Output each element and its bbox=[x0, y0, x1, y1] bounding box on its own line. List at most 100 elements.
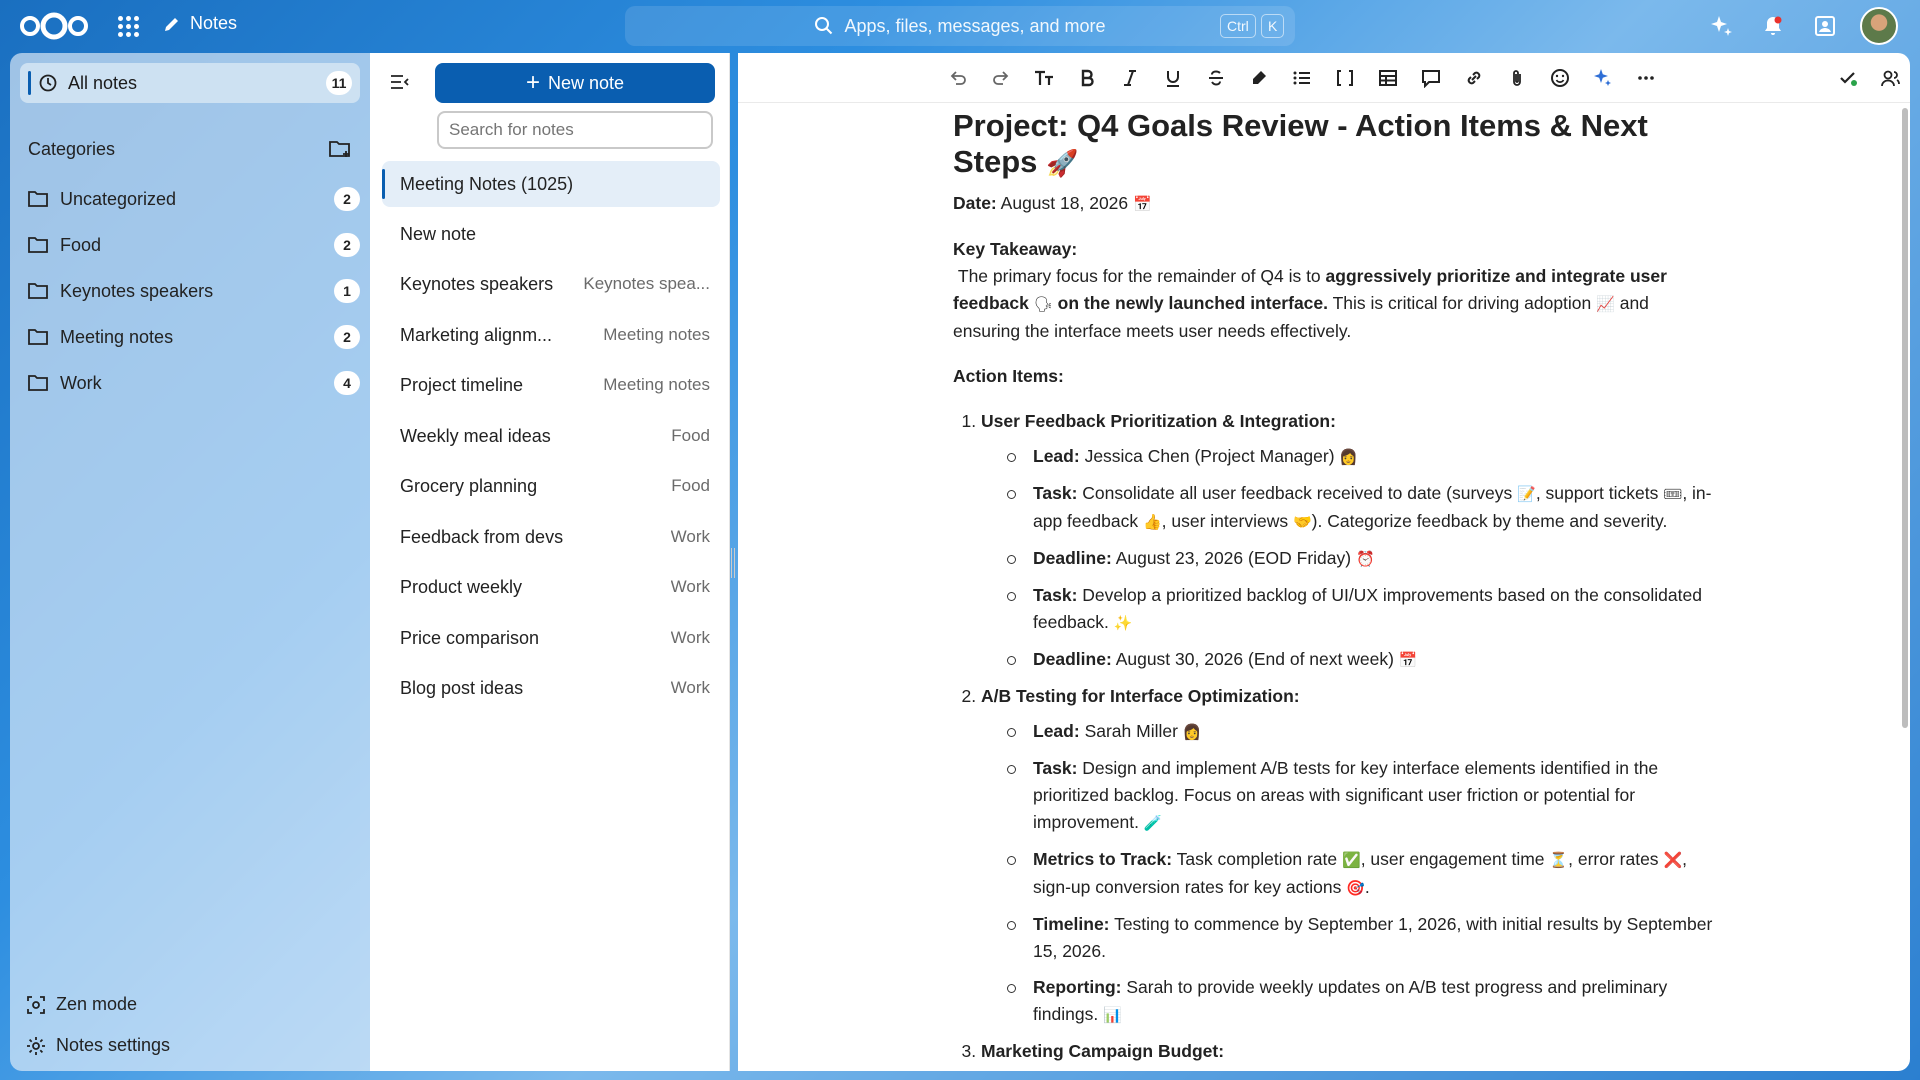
detail-text: Sarah Miller bbox=[1084, 721, 1178, 741]
note-item[interactable]: Price comparison Work bbox=[382, 615, 720, 661]
folder-icon bbox=[28, 191, 48, 207]
category-label: Food bbox=[60, 234, 102, 255]
bar-chart-emoji: 📊 bbox=[1103, 1006, 1122, 1024]
action-item: Marketing Campaign Budget: bbox=[981, 1038, 1713, 1065]
folder-icon bbox=[28, 329, 48, 345]
category-meeting-notes[interactable]: Meeting notes 2 bbox=[28, 317, 360, 357]
category-count: 1 bbox=[334, 279, 360, 303]
cross-mark-emoji: ❌ bbox=[1663, 851, 1683, 869]
undo-icon[interactable] bbox=[945, 65, 971, 91]
detail-label: Deadline: bbox=[1033, 649, 1112, 669]
target-emoji: 🎯 bbox=[1346, 879, 1365, 897]
strikethrough-icon[interactable] bbox=[1203, 65, 1229, 91]
current-app[interactable]: Notes bbox=[162, 13, 237, 34]
note-category: Work bbox=[670, 527, 710, 546]
category-food[interactable]: Food 2 bbox=[28, 225, 360, 265]
category-keynotes-speakers[interactable]: Keynotes speakers 1 bbox=[28, 271, 360, 311]
zen-mode-button[interactable]: Zen mode bbox=[26, 994, 137, 1015]
category-label: Work bbox=[60, 372, 102, 393]
resize-handle[interactable] bbox=[731, 548, 735, 578]
callout-icon[interactable] bbox=[1418, 65, 1444, 91]
note-item[interactable]: Feedback from devs Work bbox=[382, 514, 720, 560]
thumbs-up-emoji: 👍 bbox=[1142, 513, 1162, 531]
detail-text: August 30, 2026 (End of next week) bbox=[1115, 649, 1394, 669]
action-item-details: Lead: Jessica Chen (Project Manager) 👩 T… bbox=[981, 443, 1713, 674]
note-title: Price comparison bbox=[400, 627, 540, 648]
saved-status-icon[interactable] bbox=[1835, 65, 1861, 91]
detail-text: Testing to commence by September 1, 2026… bbox=[1033, 914, 1713, 961]
detail-label: Lead: bbox=[1033, 721, 1080, 741]
note-category: Work bbox=[670, 678, 710, 697]
note-category: Work bbox=[670, 577, 710, 596]
bold-icon[interactable] bbox=[1074, 65, 1100, 91]
handshake-emoji: 🤝 bbox=[1292, 513, 1312, 531]
note-item[interactable]: Project timeline Meeting notes bbox=[382, 362, 720, 408]
unified-search[interactable]: Apps, files, messages, and more Ctrl K bbox=[625, 6, 1295, 46]
contacts-icon[interactable] bbox=[1812, 13, 1838, 39]
notes-settings-button[interactable]: Notes settings bbox=[26, 1035, 170, 1056]
new-note-button[interactable]: + New note bbox=[435, 63, 715, 103]
redo-icon[interactable] bbox=[988, 65, 1014, 91]
search-placeholder: Apps, files, messages, and more bbox=[844, 15, 1106, 36]
note-title: Project timeline bbox=[400, 374, 524, 395]
detail-label: Metrics to Track: bbox=[1033, 849, 1173, 869]
link-icon[interactable] bbox=[1461, 65, 1487, 91]
code-block-icon[interactable] bbox=[1332, 65, 1358, 91]
note-content[interactable]: Project: Q4 Goals Review - Action Items … bbox=[953, 108, 1713, 1071]
detail-text: Develop a prioritized backlog of UI/UX i… bbox=[1033, 585, 1702, 632]
hourglass-emoji: ⏳ bbox=[1549, 851, 1569, 869]
app-menu-icon[interactable] bbox=[116, 14, 140, 38]
category-label: Meeting notes bbox=[60, 326, 174, 347]
nav-all-notes[interactable]: All notes 11 bbox=[20, 63, 360, 103]
text-size-icon[interactable] bbox=[1031, 65, 1057, 91]
note-item[interactable]: Grocery planning Food bbox=[382, 463, 720, 509]
note-title: Weekly meal ideas bbox=[400, 425, 551, 446]
detail-label: Task: bbox=[1033, 758, 1078, 778]
note-item[interactable]: Product weekly Work bbox=[382, 564, 720, 610]
notes-list-panel: + New note Meeting Notes (1025) New note… bbox=[370, 53, 730, 1071]
category-count: 4 bbox=[334, 371, 360, 395]
note-category: Work bbox=[670, 628, 710, 647]
emoji-icon[interactable] bbox=[1547, 65, 1573, 91]
note-item[interactable]: New note bbox=[382, 211, 720, 257]
toggle-sidebar-icon[interactable] bbox=[388, 71, 410, 93]
nextcloud-logo[interactable] bbox=[18, 11, 90, 41]
category-work[interactable]: Work 4 bbox=[28, 363, 360, 403]
search-notes-input[interactable] bbox=[437, 111, 713, 149]
note-title: New note bbox=[400, 223, 477, 244]
editor-scrollbar[interactable] bbox=[1902, 108, 1908, 728]
assistant-icon[interactable] bbox=[1590, 65, 1616, 91]
note-item[interactable]: Marketing alignm... Meeting notes bbox=[382, 312, 720, 358]
category-uncategorized[interactable]: Uncategorized 2 bbox=[28, 179, 360, 219]
note-item[interactable]: Keynotes speakers Keynotes spea... bbox=[382, 261, 720, 307]
note-category: Food bbox=[671, 476, 710, 495]
note-title: Meeting Notes (1025) bbox=[400, 173, 574, 194]
italic-icon[interactable] bbox=[1117, 65, 1143, 91]
category-label: Keynotes speakers bbox=[60, 280, 214, 301]
check-mark-emoji: ✅ bbox=[1342, 851, 1361, 869]
note-item[interactable]: Blog post ideas Work bbox=[382, 665, 720, 711]
note-item[interactable]: Weekly meal ideas Food bbox=[382, 413, 720, 459]
takeaway-text-2: This is critical for driving adoption bbox=[1332, 293, 1592, 313]
highlight-icon[interactable] bbox=[1246, 65, 1272, 91]
bullet-list-icon[interactable] bbox=[1289, 65, 1315, 91]
gear-icon bbox=[27, 1036, 45, 1055]
shortcut-ctrl: Ctrl bbox=[1220, 14, 1256, 38]
shortcut-k: K bbox=[1261, 14, 1285, 38]
detail-label: Deadline: bbox=[1033, 548, 1112, 568]
note-editor: Project: Q4 Goals Review - Action Items … bbox=[738, 53, 1910, 1071]
detail-label: Task: bbox=[1033, 585, 1078, 605]
attachment-icon[interactable] bbox=[1504, 65, 1530, 91]
notes-settings-label: Notes settings bbox=[56, 1035, 171, 1055]
sharing-users-icon[interactable] bbox=[1877, 65, 1903, 91]
table-icon[interactable] bbox=[1375, 65, 1401, 91]
notifications-bell-icon[interactable] bbox=[1760, 13, 1786, 39]
note-title: Product weekly bbox=[400, 576, 523, 597]
detail-text: , support tickets bbox=[1535, 483, 1659, 503]
note-item[interactable]: Meeting Notes (1025) bbox=[382, 161, 720, 207]
underline-icon[interactable] bbox=[1160, 65, 1186, 91]
assistant-sparkle-icon[interactable] bbox=[1708, 13, 1734, 39]
user-avatar[interactable] bbox=[1860, 7, 1898, 45]
add-category-icon[interactable] bbox=[328, 137, 352, 161]
more-options-icon[interactable] bbox=[1633, 65, 1659, 91]
